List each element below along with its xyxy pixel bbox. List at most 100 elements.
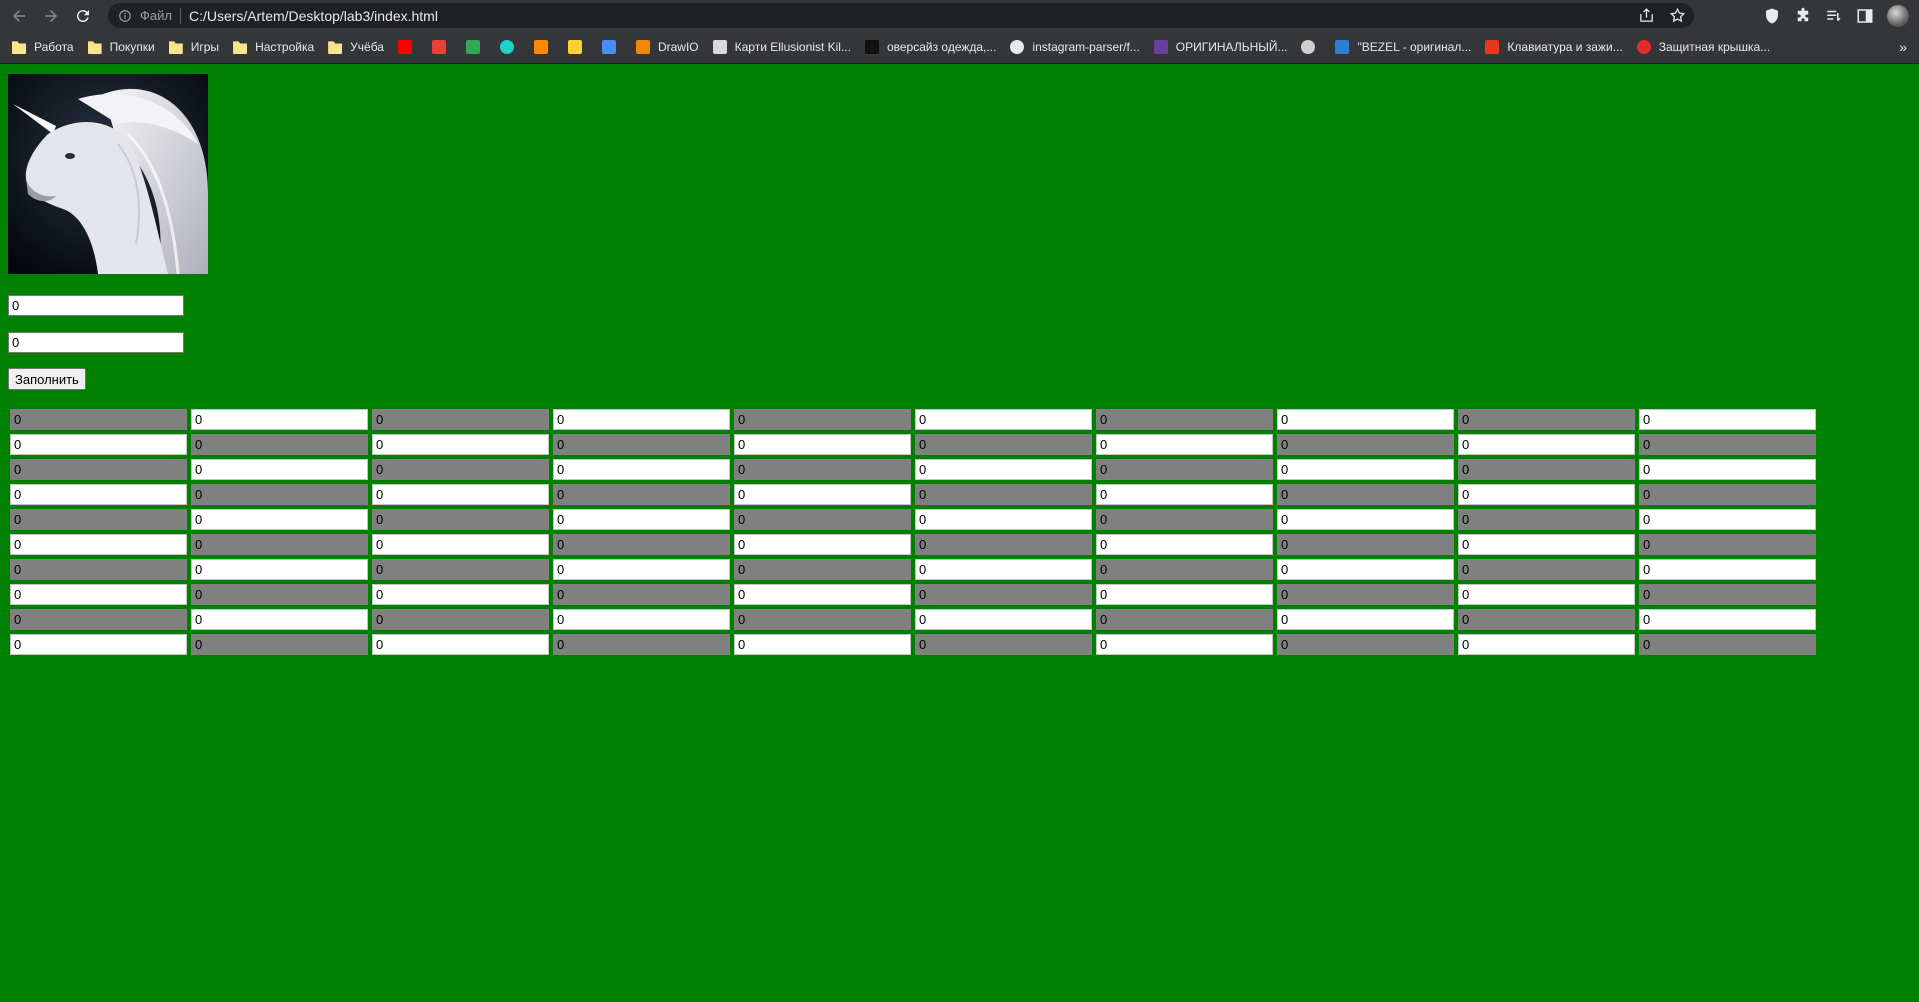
grid-cell-input[interactable] — [372, 559, 549, 580]
bookmarks-overflow-button[interactable]: » — [1899, 39, 1907, 55]
grid-cell-input[interactable] — [734, 559, 911, 580]
grid-cell-input[interactable] — [1277, 459, 1454, 480]
bookmark-item[interactable] — [1301, 40, 1323, 54]
grid-cell-input[interactable] — [191, 484, 368, 505]
grid-cell-input[interactable] — [1096, 534, 1273, 555]
grid-cell-input[interactable] — [191, 409, 368, 430]
grid-cell-input[interactable] — [1458, 409, 1635, 430]
bookmark-item[interactable] — [601, 40, 624, 54]
grid-cell-input[interactable] — [1277, 634, 1454, 655]
grid-cell-input[interactable] — [1277, 434, 1454, 455]
bookmark-item[interactable] — [431, 40, 454, 54]
grid-cell-input[interactable] — [372, 534, 549, 555]
grid-cell-input[interactable] — [191, 609, 368, 630]
grid-cell-input[interactable] — [1639, 459, 1816, 480]
url-text[interactable]: C:/Users/Artem/Desktop/lab3/index.html — [189, 8, 438, 24]
bookmark-item[interactable]: Учёба — [328, 40, 384, 54]
grid-cell-input[interactable] — [10, 484, 187, 505]
bookmark-item[interactable]: Покупки — [87, 40, 155, 54]
grid-cell-input[interactable] — [915, 459, 1092, 480]
bookmark-item[interactable]: Игры — [168, 40, 219, 54]
grid-cell-input[interactable] — [372, 609, 549, 630]
grid-cell-input[interactable] — [10, 534, 187, 555]
grid-cell-input[interactable] — [734, 434, 911, 455]
bookmark-item[interactable]: Клавиатура и зажи... — [1485, 40, 1623, 54]
grid-cell-input[interactable] — [734, 484, 911, 505]
grid-cell-input[interactable] — [1096, 409, 1273, 430]
bookmark-item[interactable] — [567, 40, 590, 54]
grid-cell-input[interactable] — [734, 509, 911, 530]
grid-cell-input[interactable] — [915, 434, 1092, 455]
bookmark-item[interactable] — [465, 40, 488, 54]
cols-input[interactable] — [8, 332, 184, 353]
grid-cell-input[interactable] — [1639, 609, 1816, 630]
grid-cell-input[interactable] — [1458, 459, 1635, 480]
grid-cell-input[interactable] — [1277, 409, 1454, 430]
grid-cell-input[interactable] — [1277, 484, 1454, 505]
grid-cell-input[interactable] — [1458, 609, 1635, 630]
grid-cell-input[interactable] — [1458, 634, 1635, 655]
grid-cell-input[interactable] — [372, 634, 549, 655]
profile-avatar[interactable] — [1887, 5, 1909, 27]
grid-cell-input[interactable] — [1096, 634, 1273, 655]
grid-cell-input[interactable] — [915, 559, 1092, 580]
back-button[interactable] — [6, 3, 32, 29]
bookmark-item[interactable] — [533, 40, 556, 54]
grid-cell-input[interactable] — [734, 459, 911, 480]
grid-cell-input[interactable] — [553, 584, 730, 605]
grid-cell-input[interactable] — [191, 534, 368, 555]
grid-cell-input[interactable] — [1096, 584, 1273, 605]
grid-cell-input[interactable] — [372, 459, 549, 480]
grid-cell-input[interactable] — [1458, 534, 1635, 555]
bookmark-item[interactable]: DrawIO — [635, 40, 699, 54]
bookmark-item[interactable] — [397, 40, 420, 54]
grid-cell-input[interactable] — [553, 409, 730, 430]
grid-cell-input[interactable] — [10, 634, 187, 655]
grid-cell-input[interactable] — [1096, 434, 1273, 455]
grid-cell-input[interactable] — [1096, 459, 1273, 480]
grid-cell-input[interactable] — [553, 459, 730, 480]
grid-cell-input[interactable] — [372, 484, 549, 505]
grid-cell-input[interactable] — [10, 409, 187, 430]
grid-cell-input[interactable] — [10, 559, 187, 580]
grid-cell-input[interactable] — [1639, 559, 1816, 580]
grid-cell-input[interactable] — [372, 434, 549, 455]
grid-cell-input[interactable] — [191, 459, 368, 480]
grid-cell-input[interactable] — [553, 484, 730, 505]
grid-cell-input[interactable] — [915, 584, 1092, 605]
side-panel-icon[interactable] — [1856, 7, 1874, 25]
grid-cell-input[interactable] — [553, 534, 730, 555]
bookmark-item[interactable]: Защитная крышка... — [1636, 40, 1770, 54]
rows-input[interactable] — [8, 295, 184, 316]
grid-cell-input[interactable] — [1639, 409, 1816, 430]
grid-cell-input[interactable] — [1096, 484, 1273, 505]
grid-cell-input[interactable] — [1639, 434, 1816, 455]
star-icon[interactable] — [1669, 7, 1686, 24]
grid-cell-input[interactable] — [734, 584, 911, 605]
grid-cell-input[interactable] — [553, 509, 730, 530]
grid-cell-input[interactable] — [372, 509, 549, 530]
share-icon[interactable] — [1638, 7, 1655, 24]
grid-cell-input[interactable] — [1458, 509, 1635, 530]
grid-cell-input[interactable] — [1277, 509, 1454, 530]
info-icon[interactable] — [118, 9, 132, 23]
grid-cell-input[interactable] — [10, 509, 187, 530]
bookmark-item[interactable]: оверсайз одежда,... — [864, 40, 996, 54]
bookmark-item[interactable]: "BEZEL - оригинал... — [1335, 40, 1471, 54]
address-bar[interactable]: Файл C:/Users/Artem/Desktop/lab3/index.h… — [108, 3, 1694, 28]
grid-cell-input[interactable] — [1277, 584, 1454, 605]
grid-cell-input[interactable] — [372, 409, 549, 430]
grid-cell-input[interactable] — [1639, 509, 1816, 530]
grid-cell-input[interactable] — [1639, 534, 1816, 555]
grid-cell-input[interactable] — [1096, 509, 1273, 530]
grid-cell-input[interactable] — [734, 609, 911, 630]
bookmark-item[interactable]: instagram-parser/f... — [1010, 40, 1140, 54]
bookmark-item[interactable]: Карти Ellusionist Kil... — [712, 40, 851, 54]
grid-cell-input[interactable] — [191, 634, 368, 655]
extension-shield-icon[interactable] — [1763, 7, 1781, 25]
grid-cell-input[interactable] — [915, 609, 1092, 630]
grid-cell-input[interactable] — [734, 634, 911, 655]
grid-cell-input[interactable] — [1639, 634, 1816, 655]
grid-cell-input[interactable] — [191, 584, 368, 605]
reading-list-icon[interactable] — [1825, 7, 1843, 25]
